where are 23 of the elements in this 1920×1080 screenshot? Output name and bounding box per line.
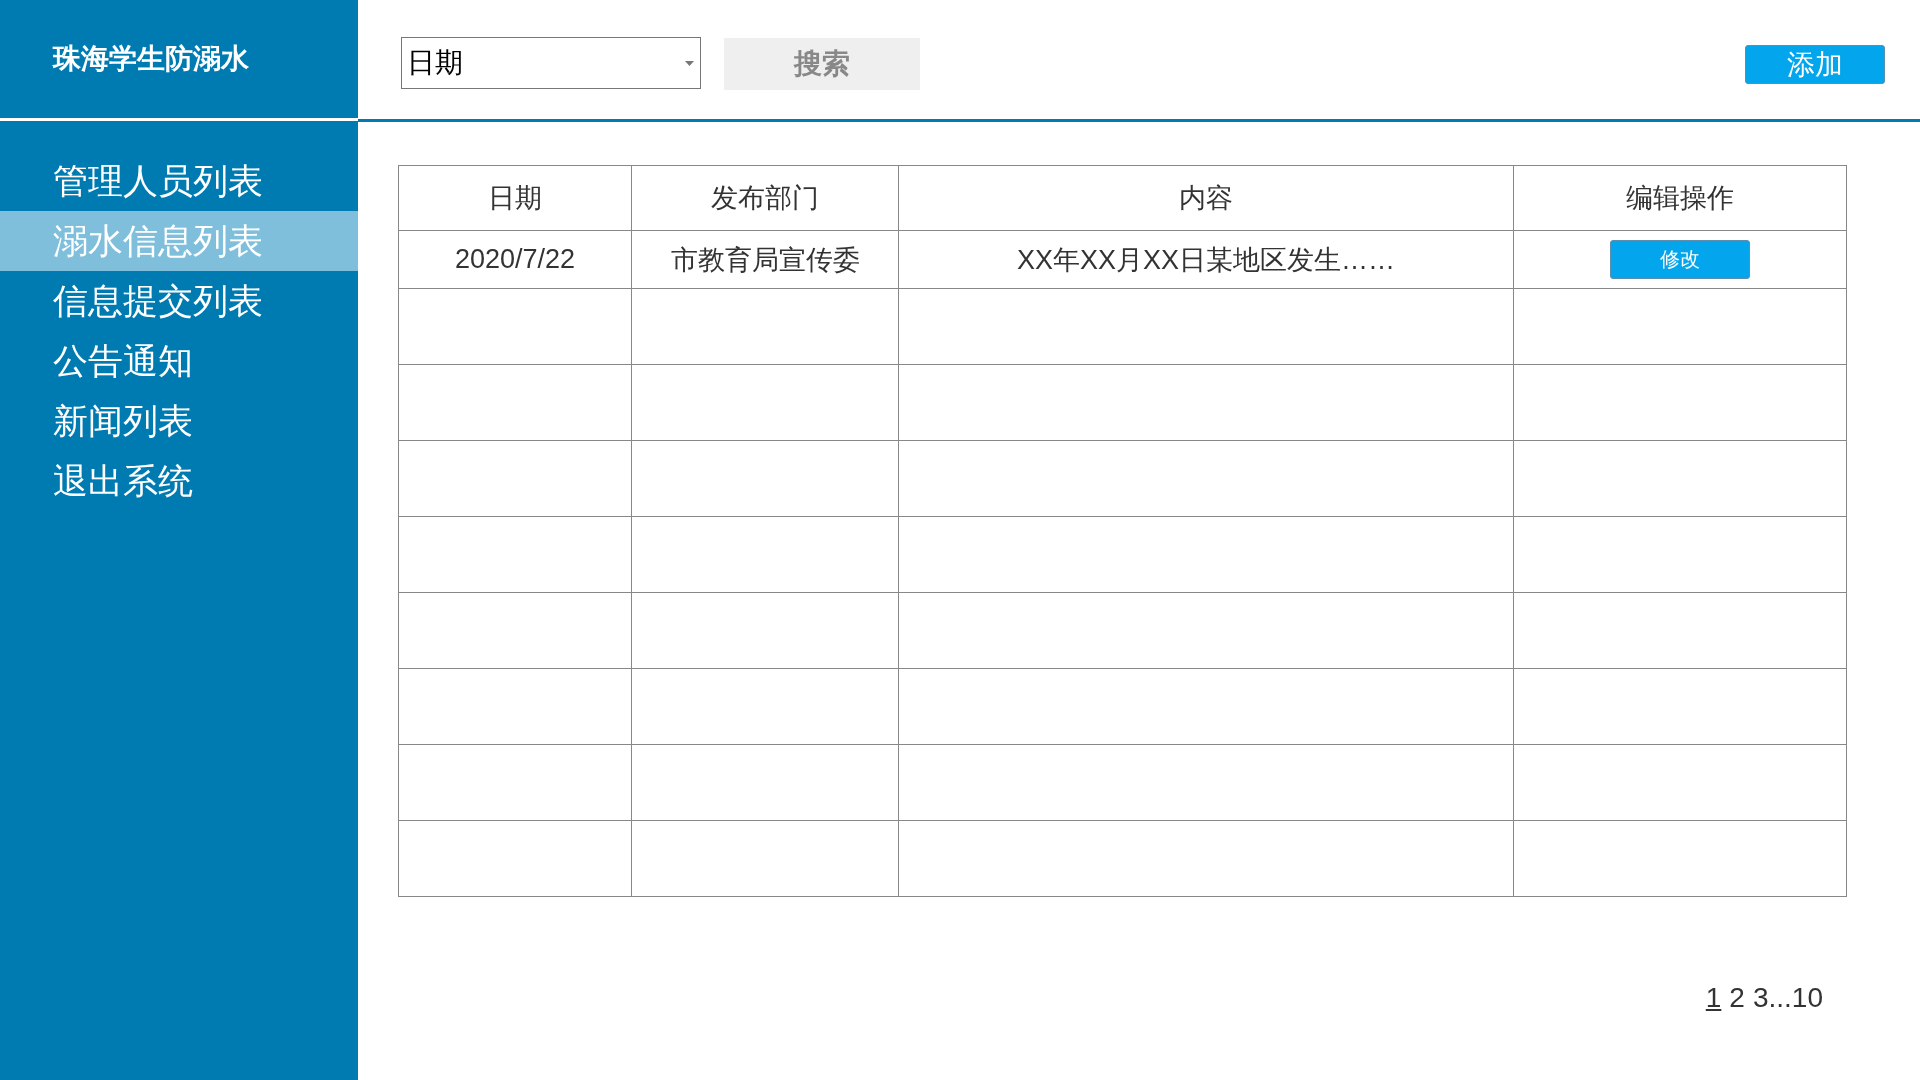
filter-dropdown[interactable]: 日期 [401, 37, 701, 89]
search-button[interactable]: 搜索 [724, 38, 920, 90]
column-header: 编辑操作 [1513, 165, 1847, 231]
app-title: 珠海学生防溺水 [53, 42, 249, 76]
nav-item[interactable]: 退出系统 [0, 451, 358, 511]
column-header: 内容 [898, 165, 1514, 231]
nav-item[interactable]: 公告通知 [0, 331, 358, 391]
page-link[interactable]: 1 [1705, 982, 1722, 1014]
page-ellipsis: ... [1768, 982, 1792, 1014]
content-cell: XX年XX月XX日某地区发生…… [898, 230, 1514, 289]
edit-button[interactable]: 修改 [1610, 240, 1750, 279]
page-link[interactable]: 10 [1791, 982, 1823, 1014]
nav-item[interactable]: 管理人员列表 [0, 151, 358, 211]
column-header: 日期 [398, 165, 632, 231]
caret-down-icon [685, 60, 694, 66]
nav-item[interactable]: 信息提交列表 [0, 271, 358, 331]
nav-item[interactable]: 新闻列表 [0, 391, 358, 451]
department-cell: 市教育局宣传委 [631, 230, 899, 289]
date-cell: 2020/7/22 [398, 230, 632, 289]
page-link[interactable]: 2 [1729, 982, 1745, 1014]
column-header: 发布部门 [631, 165, 899, 231]
add-button[interactable]: 添加 [1745, 45, 1885, 84]
page-link[interactable]: 3 [1752, 982, 1769, 1014]
